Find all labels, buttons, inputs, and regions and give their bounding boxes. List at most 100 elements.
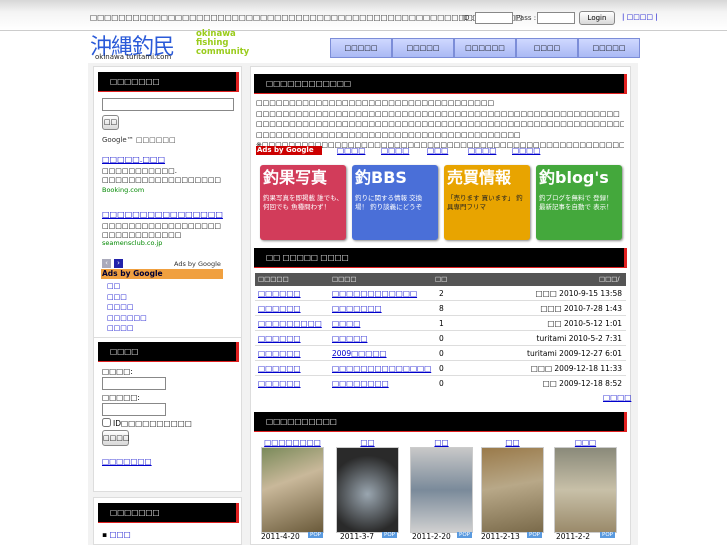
banner-title: 釣果写真 <box>263 168 328 187</box>
row-category[interactable]: □□□□□□ <box>258 286 301 301</box>
ad-title-1[interactable]: □□□□□.□□□ <box>102 155 165 164</box>
menu-header: □□□□□□□ <box>98 503 239 523</box>
photo-title[interactable]: □□□□□□□□ <box>261 438 324 447</box>
photo-thumbnail[interactable] <box>336 447 399 533</box>
nav-tab-5[interactable]: □□□□□ <box>578 38 640 58</box>
register-link[interactable]: □□□□□□□ <box>102 457 152 466</box>
row-topic[interactable]: □□□□ <box>332 316 360 331</box>
row-date: turitami 2010-5-2 7:31 <box>536 334 622 343</box>
pop-badge[interactable]: POP <box>600 532 615 538</box>
side-login-button[interactable]: □□□□ <box>102 430 129 446</box>
col-category: □□□□□ <box>258 275 289 283</box>
row-topic[interactable]: □□□□□□□ <box>332 301 382 316</box>
main-ad-link[interactable]: □□□□ <box>468 146 496 155</box>
password-input[interactable] <box>102 403 166 416</box>
row-category[interactable]: □□□□□□ <box>258 301 301 316</box>
pop-badge[interactable]: POP <box>457 532 472 538</box>
banner-market[interactable]: 売買情報 「売ります 買います」 釣具専門フリマ <box>444 165 530 240</box>
row-category[interactable]: □□□□□□□□□ <box>258 316 322 331</box>
photo-title[interactable]: □□ <box>336 438 399 447</box>
banner-sub: 釣りに関する情報 交換場！ 釣り談義にどうぞ <box>355 194 423 211</box>
photo-date: 2011-2-13 <box>481 532 520 541</box>
logo-english: okinawa fishing community <box>196 30 249 57</box>
table-row: □□□□□□ □□□□□□□□□□□□□□ 0 □□□ 2009-12-18 1… <box>255 361 626 376</box>
ads-by-google-small[interactable]: Ads by Google <box>174 260 221 268</box>
main-ads-by-google[interactable]: Ads by Google <box>256 146 322 155</box>
pop-badge[interactable]: POP <box>308 532 323 538</box>
nav-tab-2[interactable]: □□□□□ <box>392 38 454 58</box>
row-topic[interactable]: □□□□□□□□□□□□ <box>332 286 417 301</box>
google-search-label: Google™ □□□□□□ <box>102 136 176 144</box>
username-input[interactable] <box>102 377 166 390</box>
pass-label: Pass : <box>516 14 537 22</box>
photo-title[interactable]: □□ <box>481 438 544 447</box>
help-link[interactable]: | □□□□ | <box>622 13 658 21</box>
logo-url: okinawa turitami.com <box>95 53 172 61</box>
login-button[interactable]: Login <box>579 11 615 25</box>
main-ad-link[interactable]: □□□□ <box>337 146 365 155</box>
main-ad-link[interactable]: □□□□ <box>381 146 409 155</box>
banner-title: 釣blog's <box>539 168 609 187</box>
ad-url-2[interactable]: seamensclub.co.jp <box>102 239 162 247</box>
site-tagline: □□□□□□□□□□□□□□□□□□□□□□□□□□□□□□□□□□□□□□□□… <box>90 13 523 22</box>
col-topic: □□□□ <box>332 275 357 283</box>
row-topic[interactable]: □□□□□ <box>332 331 367 346</box>
ad-link[interactable]: □□□□ <box>107 302 147 313</box>
site-search-input[interactable] <box>102 98 234 111</box>
photo-title[interactable]: □□□ <box>554 438 617 447</box>
site-search-button[interactable]: □□ <box>102 115 119 130</box>
row-category[interactable]: □□□□□□ <box>258 361 301 376</box>
photo-date: 2011-2-20 <box>412 532 451 541</box>
ad-link[interactable]: □□□□□□ <box>107 313 147 324</box>
nav-tab-3[interactable]: □□□□□□ <box>454 38 516 58</box>
search-header: □□□□□□□ <box>98 72 239 92</box>
ad-url-1[interactable]: Booking.com <box>102 186 144 194</box>
table-row: □□□□□□ □□□□□□□□□□□□ 2 □□□ 2010-9-15 13:5… <box>255 286 626 301</box>
ad-link[interactable]: □□ <box>107 281 147 292</box>
row-topic[interactable]: 2009□□□□□ <box>332 346 387 361</box>
username-label: □□□□: <box>102 367 133 376</box>
row-category[interactable]: □□□□□□ <box>258 346 301 361</box>
intro-text: □□□□□□□□□□□□□□□□□□□□□□□□□□□□□□□□□□□□ □□□… <box>256 98 624 151</box>
row-count: 2 <box>439 289 444 298</box>
photo-thumbnail[interactable] <box>554 447 617 533</box>
row-date: □□□ 2010-7-28 1:43 <box>540 304 622 313</box>
remember-checkbox[interactable] <box>102 418 111 427</box>
ad-title-2[interactable]: □□□□□□□□□□□□□□□□ <box>102 210 223 219</box>
row-category[interactable]: □□□□□□ <box>258 331 301 346</box>
banner-blog[interactable]: 釣blog's 釣ブログを無料で 登録！ 最新記事を自動で 表示！ <box>536 165 622 240</box>
table-row: □□□□□□ □□□□□□□□ 0 □□ 2009-12-18 8:52 <box>255 376 626 391</box>
id-input[interactable] <box>475 12 513 24</box>
banner-sub: 「売ります 買います」 釣具専門フリマ <box>447 194 523 211</box>
row-topic[interactable]: □□□□□□□□ <box>332 376 389 391</box>
photo-title[interactable]: □□ <box>410 438 473 447</box>
ad-body-2: □□□□□□□□□□□□□□□□□□ □□□□□□□□□□□□ <box>102 222 222 239</box>
banner-sub: 釣果写真を即掲載 誰でも、何回でも 魚種問わず！ <box>263 194 343 211</box>
row-topic[interactable]: □□□□□□□□□□□□□□ <box>332 361 431 376</box>
ads-by-google-bar[interactable]: Ads by Google <box>101 269 223 279</box>
photo-thumbnail[interactable] <box>410 447 473 533</box>
nav-tab-1[interactable]: □□□□□ <box>330 38 392 58</box>
ad-link[interactable]: □□□□ <box>107 323 147 334</box>
main-ad-link[interactable]: □□□□ <box>512 146 540 155</box>
ad-prev-icon[interactable]: ‹ <box>102 259 111 268</box>
menu-item[interactable]: ▪ □□□ <box>102 530 131 539</box>
more-link[interactable]: □□□□ <box>603 393 631 402</box>
photo-thumbnail[interactable] <box>481 447 544 533</box>
intro-line: □□□□□□□□□□□□□□□□□□□□□□□□□□□□□□□□□□□□□□□□ <box>256 130 521 139</box>
banner-photos[interactable]: 釣果写真 釣果写真を即掲載 誰でも、何回でも 魚種問わず！ <box>260 165 346 240</box>
ad-link[interactable]: □□□ <box>107 292 147 303</box>
row-count: 0 <box>439 334 444 343</box>
ad-body-1: □□□□□□□□□□□. □□□□□□□□□□□□□□□□□□ <box>102 167 222 184</box>
pass-input[interactable] <box>537 12 575 24</box>
ad-next-icon[interactable]: › <box>114 259 123 268</box>
pop-badge[interactable]: POP <box>382 532 397 538</box>
photo-thumbnail[interactable] <box>261 447 324 533</box>
main-ad-link[interactable]: □□□ <box>427 146 448 155</box>
pop-badge[interactable]: POP <box>527 532 542 538</box>
ad-links-list: □□ □□□ □□□□ □□□□□□ □□□□ <box>107 281 147 334</box>
row-category[interactable]: □□□□□□ <box>258 376 301 391</box>
banner-bbs[interactable]: 釣BBS 釣りに関する情報 交換場！ 釣り談義にどうぞ <box>352 165 438 240</box>
photo-date: 2011-2-2 <box>556 532 591 541</box>
nav-tab-4[interactable]: □□□□ <box>516 38 578 58</box>
